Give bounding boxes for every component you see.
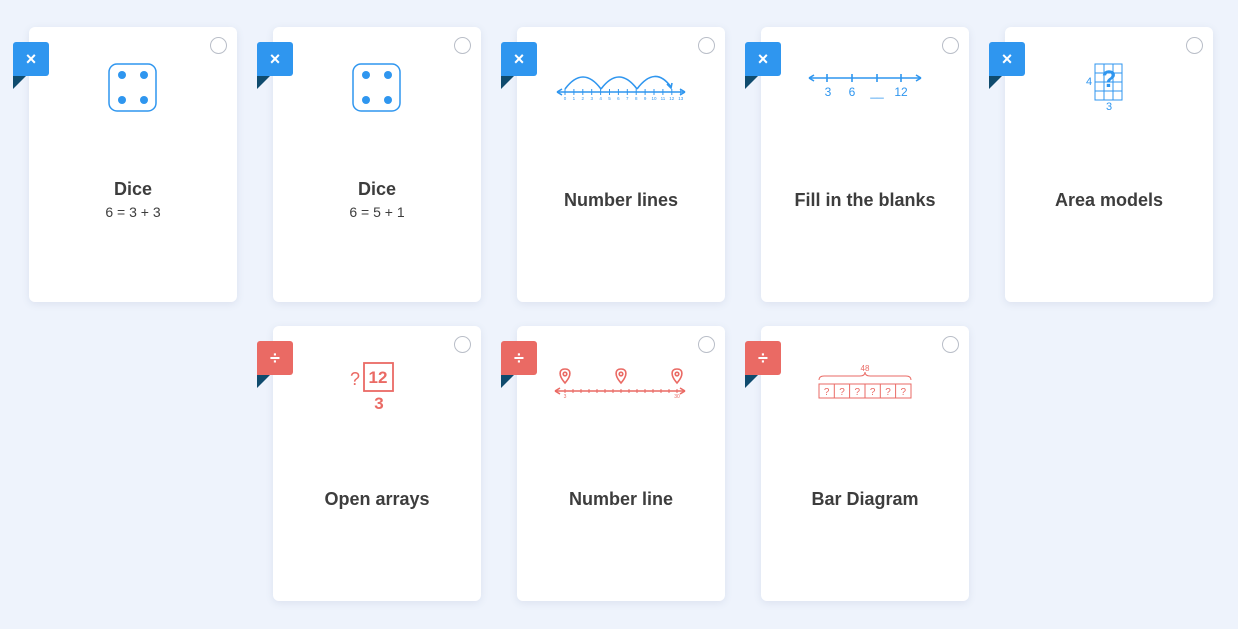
number-line-jumps-icon: 0 1 2 3 4 5 6 7 8 9 10 11 12 13	[556, 75, 686, 101]
label-3: 3	[1106, 101, 1112, 113]
select-radio[interactable]	[454, 37, 471, 54]
number-line-blanks-icon: 3 6 __ 12	[808, 74, 922, 99]
label-question: ?	[855, 387, 861, 398]
label-blank: __	[869, 85, 884, 99]
tick-label: 5	[608, 96, 611, 101]
card-title: Area models	[1054, 190, 1164, 210]
label-4: 4	[1086, 76, 1092, 88]
label-30: 30	[674, 394, 680, 400]
tick-label: 2	[582, 96, 585, 101]
location-pin-icons	[559, 368, 683, 385]
tick-label: 1	[573, 96, 576, 101]
flag-fold	[745, 76, 758, 89]
label-3: 3	[825, 85, 832, 99]
label-question: ?	[1102, 66, 1117, 93]
card-title: Number line	[568, 489, 674, 509]
tick-label: 6	[617, 96, 620, 101]
card-open-arrays[interactable]: ÷ ? 12 3 Open arrays	[257, 326, 481, 601]
select-radio[interactable]	[1186, 37, 1203, 54]
select-radio[interactable]	[942, 336, 959, 353]
flag-fold	[501, 76, 514, 89]
label-question: ?	[885, 387, 891, 398]
flag-fold	[13, 76, 26, 89]
select-radio[interactable]	[698, 37, 715, 54]
flag-fold	[257, 375, 270, 388]
tick-label: 0	[564, 96, 567, 101]
card-title: Number lines	[563, 190, 679, 210]
select-radio[interactable]	[210, 37, 227, 54]
flag-fold	[501, 375, 514, 388]
number-line-ticks: 0 1 2 3 4 5 6 7 8 9 10 11 12 13	[564, 89, 684, 101]
tick-label: 8	[635, 96, 638, 101]
card-title: Bar Diagram	[811, 489, 919, 509]
label-question: ?	[901, 387, 907, 398]
label-3: 3	[564, 394, 567, 400]
tick-label: 9	[644, 96, 647, 101]
flag-fold	[745, 375, 758, 388]
number-line-pins-icon: 3 30	[554, 368, 686, 400]
card-subtitle: 6 = 5 + 1	[349, 204, 405, 220]
dice-four-icon	[108, 63, 157, 112]
label-question: ?	[824, 387, 830, 398]
flag-fold	[989, 76, 1002, 89]
select-radio[interactable]	[454, 336, 471, 353]
open-array-icon: ? 12 3	[350, 362, 394, 413]
label-6: 6	[849, 85, 856, 99]
label-question: ?	[350, 369, 360, 389]
tick-label: 12	[669, 96, 675, 101]
card-dice-5-1[interactable]: × Dice 6 = 5 + 1	[257, 27, 481, 302]
tick-label: 3	[590, 96, 593, 101]
card-area-models[interactable]: × 4 ? 3 Area models	[989, 27, 1213, 302]
label-12: 12	[369, 368, 388, 387]
area-model-icon: 4 ? 3	[1086, 63, 1123, 113]
card-number-lines[interactable]: × 0 1 2 3 4 5 6 7 8 9 10 11 12 13 Number lines	[501, 27, 725, 302]
card-dice-3-3[interactable]: × Dice 6 = 3 + 3	[13, 27, 237, 302]
card-subtitle: 6 = 3 + 3	[105, 204, 161, 220]
tick-label: 7	[626, 96, 629, 101]
card-title: Dice	[113, 179, 153, 199]
tick-label: 11	[661, 96, 666, 101]
tick-label: 13	[678, 96, 684, 101]
tick-label: 10	[651, 96, 657, 101]
card-number-line[interactable]: ÷ 3 30 Number line	[501, 326, 725, 601]
label-48: 48	[861, 364, 870, 373]
label-question: ?	[870, 387, 876, 398]
card-bar-diagram[interactable]: ÷ 48 ? ? ? ? ? ? Bar Diagram	[745, 326, 969, 601]
dice-four-icon	[352, 63, 401, 112]
select-radio[interactable]	[942, 37, 959, 54]
card-fill-in-the-blanks[interactable]: × 3 6 __ 12 Fill in the blanks	[745, 27, 969, 302]
label-12: 12	[894, 85, 908, 99]
card-title: Fill in the blanks	[794, 190, 936, 210]
card-title: Open arrays	[324, 489, 430, 509]
label-question: ?	[839, 387, 845, 398]
bar-diagram-icon: 48 ? ? ? ? ? ?	[818, 364, 912, 399]
label-3: 3	[374, 394, 383, 413]
select-radio[interactable]	[698, 336, 715, 353]
tick-label: 4	[599, 96, 602, 101]
card-title: Dice	[357, 179, 397, 199]
flag-fold	[257, 76, 270, 89]
